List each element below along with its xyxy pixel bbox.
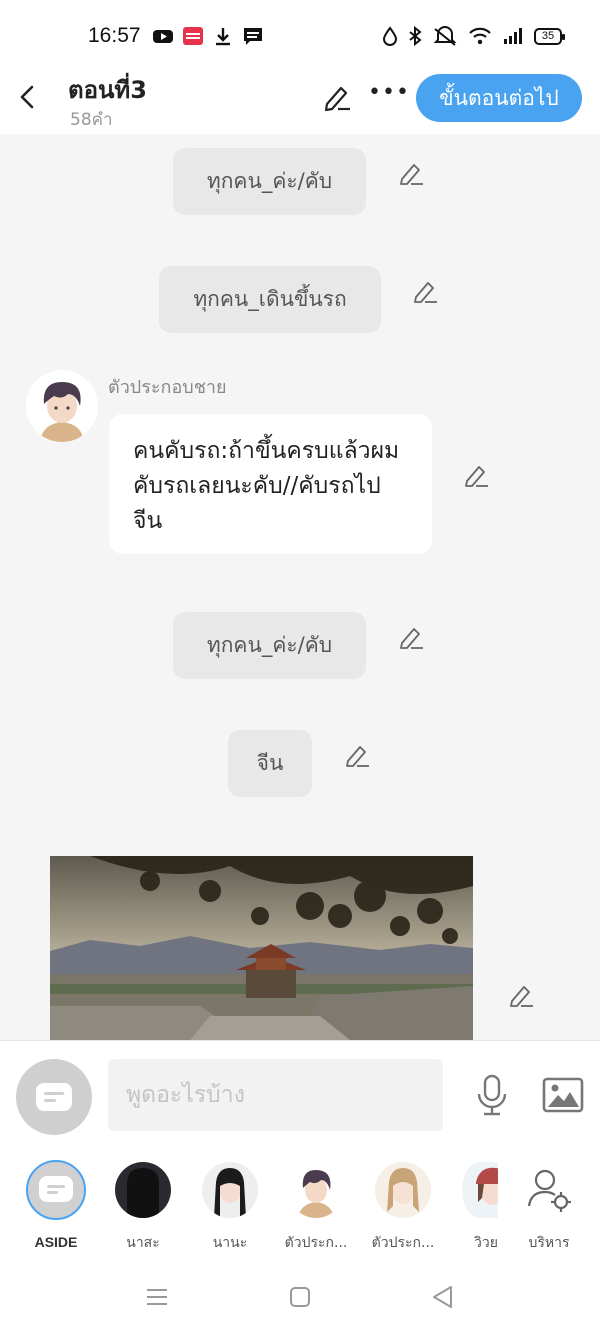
chat-area[interactable]: ทุกคน_ค่ะ/คับ ทุกคน_เดินขึ้นรถ ตัวประกอบ…: [0, 134, 600, 1040]
edit-message-pencil-icon[interactable]: [463, 462, 489, 488]
youtube-icon: [152, 26, 174, 46]
character-nasa[interactable]: นาสะ: [103, 1160, 183, 1254]
status-bar: 16:57 35: [0, 0, 600, 70]
composer-bar: [0, 1040, 600, 1150]
back-arrow-icon[interactable]: [14, 82, 44, 112]
edit-message-pencil-icon[interactable]: [508, 982, 534, 1008]
character-label: นานะ: [212, 1235, 248, 1251]
top-bar: ตอนที่3 58คำ ••• ขั้นตอนต่อไป: [0, 62, 600, 134]
character-label: ASIDE: [34, 1234, 78, 1250]
character-extra-female[interactable]: ตัวประก...: [363, 1160, 443, 1254]
mangatoon-icon: [182, 26, 204, 46]
system-nav-bar: [0, 1260, 600, 1333]
battery-icon: 35: [534, 27, 565, 45]
wifi-icon: [468, 26, 492, 46]
menu-icon[interactable]: [144, 1284, 170, 1310]
webtoon-icon: [242, 26, 264, 46]
narration-bubble[interactable]: ทุกคน_ค่ะ/คับ: [173, 148, 366, 215]
narration-bubble[interactable]: ทุกคน_ค่ะ/คับ: [173, 612, 366, 679]
avatar: [115, 1162, 171, 1218]
narration-bubble[interactable]: ทุกคน_เดินขึ้นรถ: [159, 266, 381, 333]
drop-icon: [382, 26, 398, 46]
character-label: บริหาร: [528, 1235, 570, 1251]
character-selector: ASIDE นาสะ นานะ ตัวประก... ตัวประก... วิ…: [0, 1150, 600, 1260]
signal-icon: [502, 26, 524, 46]
character-label: นาสะ: [126, 1235, 160, 1251]
character-label: ตัวประก...: [371, 1235, 435, 1251]
download-icon: [212, 26, 234, 46]
edit-title-pencil-icon[interactable]: [322, 82, 352, 112]
character-extra-male[interactable]: ตัวประก...: [276, 1160, 356, 1254]
image-upload-icon[interactable]: [542, 1077, 584, 1113]
status-right-icons: 35: [382, 25, 565, 47]
microphone-icon[interactable]: [474, 1073, 510, 1117]
status-time: 16:57: [88, 24, 141, 47]
word-count: 58คำ: [70, 110, 113, 130]
episode-title: ตอนที่3: [68, 76, 147, 104]
character-nana[interactable]: นานะ: [190, 1160, 270, 1254]
speaker-avatar[interactable]: [26, 370, 98, 442]
edit-message-pencil-icon[interactable]: [344, 742, 370, 768]
aside-toggle-button[interactable]: [16, 1059, 92, 1135]
manage-characters-button[interactable]: บริหาร: [509, 1160, 589, 1254]
avatar: [202, 1162, 258, 1218]
manage-user-gear-icon: [521, 1162, 577, 1218]
message-input[interactable]: [108, 1059, 443, 1131]
aside-avatar: [26, 1160, 86, 1220]
more-options-icon[interactable]: •••: [368, 80, 409, 110]
avatar: [288, 1162, 344, 1218]
chat-bubble-icon: [36, 1083, 72, 1111]
status-left-icons: [152, 26, 264, 46]
edit-message-pencil-icon[interactable]: [398, 160, 424, 186]
edit-message-pencil-icon[interactable]: [398, 624, 424, 650]
speaker-name: ตัวประกอบชาย: [108, 377, 227, 398]
back-triangle-icon[interactable]: [430, 1284, 456, 1310]
dialogue-bubble[interactable]: คนคับรถ:ถ้าขึ้นครบแล้วผมคับรถเลยนะคับ//ค…: [109, 414, 432, 554]
bluetooth-icon: [408, 25, 422, 47]
character-aside[interactable]: ASIDE: [16, 1160, 96, 1250]
avatar: [375, 1162, 431, 1218]
character-label: ตัวประก...: [284, 1235, 348, 1251]
scene-image[interactable]: [50, 856, 473, 1040]
home-square-icon[interactable]: [287, 1284, 313, 1310]
mute-icon: [432, 26, 458, 46]
avatar: [462, 1162, 498, 1218]
next-step-button[interactable]: ขั้นตอนต่อไป: [416, 74, 582, 122]
edit-message-pencil-icon[interactable]: [412, 278, 438, 304]
narration-bubble[interactable]: จีน: [228, 730, 312, 797]
